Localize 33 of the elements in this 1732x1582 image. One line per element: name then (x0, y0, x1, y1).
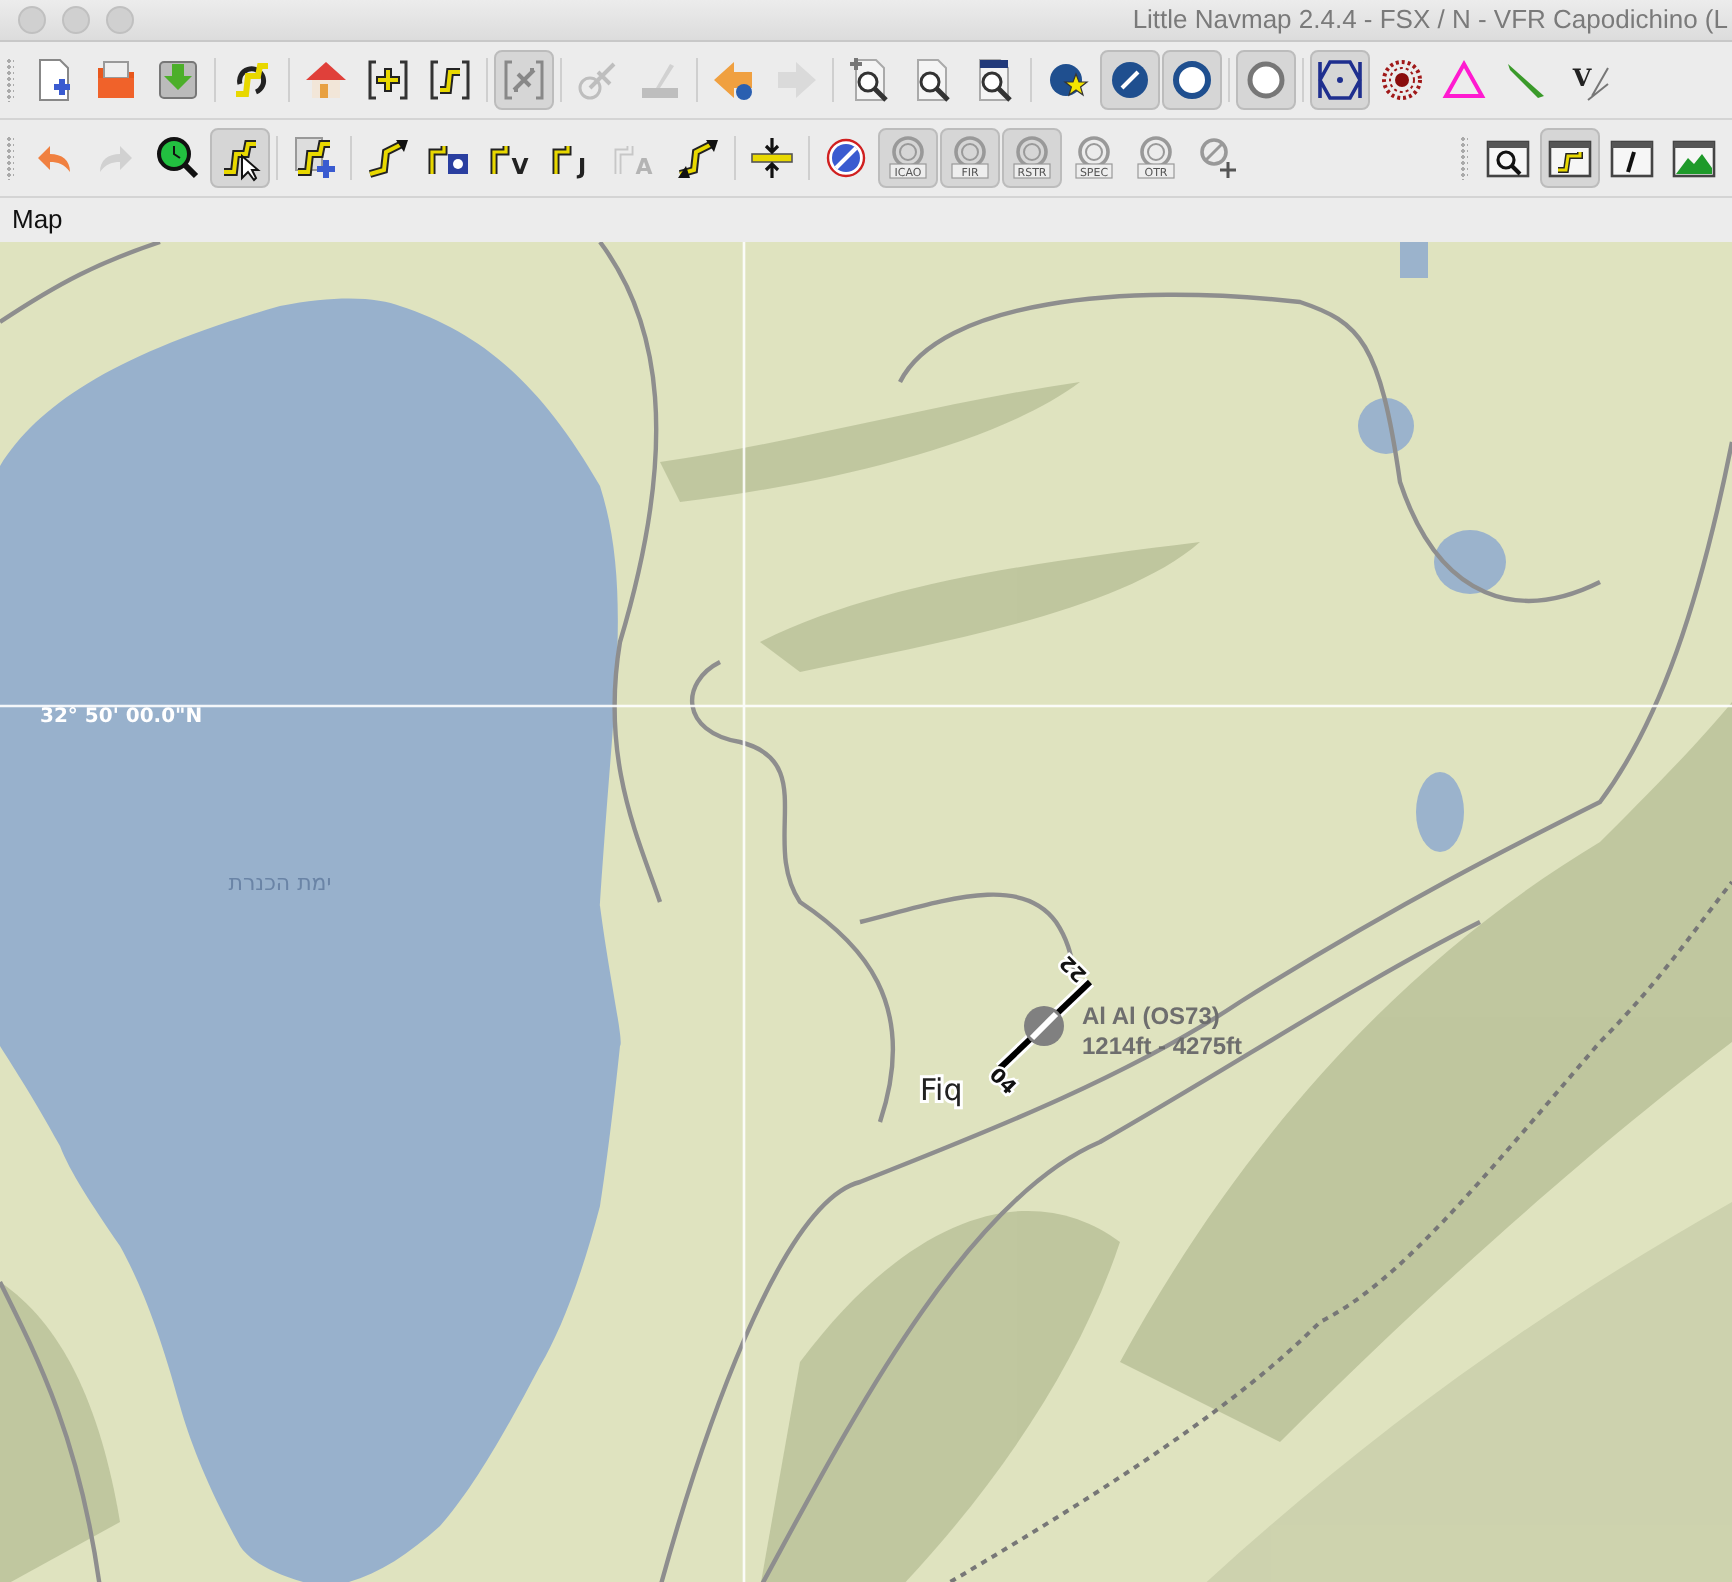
mark-add-icon (364, 55, 412, 104)
circle-plain-button[interactable] (1236, 49, 1296, 110)
route-cursor-button[interactable] (210, 127, 270, 188)
toolbar-grip[interactable] (1460, 135, 1468, 180)
hexagon-icon (1316, 55, 1364, 104)
open-folder-icon (92, 55, 140, 104)
airport-info: 1214ft - 4275ft (1082, 1031, 1243, 1060)
circle-slash-button[interactable] (1100, 49, 1160, 110)
circle-ring-button[interactable] (1162, 49, 1222, 110)
airport-icon[interactable] (1024, 1005, 1064, 1046)
route-add-icon (290, 133, 338, 182)
town-label: Fiq (920, 1071, 963, 1108)
dock-title: Map (12, 204, 63, 235)
latitude-label: 32° 50' 00.0"N (40, 705, 203, 728)
airport-name: Al Al (OS73) (1082, 1001, 1220, 1030)
hexagon-button[interactable] (1310, 49, 1370, 110)
window-route-button[interactable] (1540, 127, 1600, 188)
airspace-icon (822, 133, 870, 182)
toolbar-grip[interactable] (6, 57, 14, 102)
toolbar-grip[interactable] (6, 135, 14, 180)
clock-magnifier-icon (154, 133, 202, 182)
airspace-pin-icon (1194, 133, 1242, 182)
circle-ring-icon (1168, 55, 1216, 104)
window-title: Little Navmap 2.4.4 - FSX / N - VFR Capodichino (L (1132, 4, 1730, 35)
aircraft-icon (500, 55, 548, 104)
route-bracket-icon (426, 55, 474, 104)
runway-number: 04 (984, 1063, 1020, 1100)
aircraft-button[interactable] (494, 49, 554, 110)
triangle-icon (1440, 55, 1488, 104)
runway-number: 22 (1056, 949, 1092, 985)
dotted-circle-icon (1378, 55, 1426, 104)
save-icon (154, 55, 202, 104)
altitude-icon (748, 133, 796, 182)
